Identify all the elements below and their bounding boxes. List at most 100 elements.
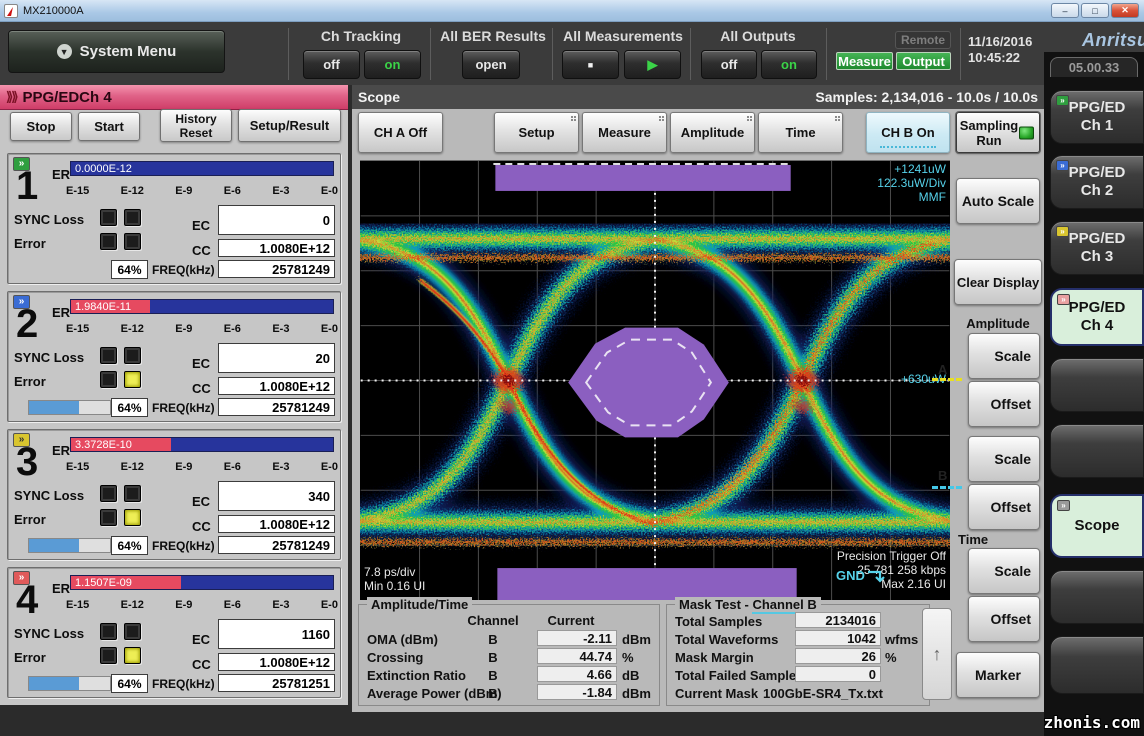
cc-label: CC (192, 519, 211, 534)
cc-value: 1.0080E+12 (218, 239, 335, 257)
sampling-run-button[interactable]: Sampling Run (956, 112, 1040, 153)
er-label: ER (52, 305, 70, 320)
ec-label: EC (192, 494, 210, 509)
error-indicator (100, 509, 117, 526)
scope-tab-icon: » (1057, 500, 1070, 511)
divider (430, 28, 431, 80)
ch-tracking-label: Ch Tracking (296, 28, 426, 44)
system-menu-button[interactable]: ▼ System Menu (8, 30, 225, 73)
error-indicator (100, 233, 117, 250)
drag-dots-icon (659, 116, 661, 118)
scope-measure-button[interactable]: Measure (582, 112, 667, 153)
ch-a-toggle-button[interactable]: CH A Off (358, 112, 443, 153)
divider (826, 28, 827, 80)
sync-loss-indicator (100, 347, 117, 364)
freq-value: 25781249 (218, 260, 335, 278)
ch-b-toggle-button[interactable]: CH B On (866, 112, 950, 153)
stop-button[interactable]: Stop (10, 112, 72, 141)
window-title: MX210000A (23, 5, 84, 17)
channel-3-icon: » (1056, 226, 1069, 237)
amplitude-a-offset-button[interactable]: Offset (968, 381, 1040, 427)
ch-tracking-off-button[interactable]: off (303, 50, 360, 79)
channel-number: 2 (16, 302, 38, 346)
channel-3-panel: » 3 ER 3.3728E-10 E-15E-12E-9E-6E-3E-0 S… (7, 429, 341, 560)
setup-result-button[interactable]: Setup/Result (238, 109, 341, 142)
tab-ppg-ed-ch1[interactable]: » PPG/ED Ch 1 (1050, 90, 1144, 144)
cc-label: CC (192, 381, 211, 396)
all-measurements-label: All Measurements (556, 28, 690, 44)
cc-label: CC (192, 657, 211, 672)
all-outputs-on-button[interactable]: on (761, 50, 817, 79)
error-label: Error (14, 512, 46, 527)
scroll-up-button[interactable]: ↑ (922, 608, 952, 700)
all-outputs-off-button[interactable]: off (701, 50, 757, 79)
amplitude-time-legend: Amplitude/Time (367, 597, 472, 612)
channel-1-icon: » (1056, 95, 1069, 106)
scope-setup-button[interactable]: Setup (494, 112, 579, 153)
time-scale-button[interactable]: Scale (968, 548, 1040, 594)
er-label: ER (52, 167, 70, 182)
channel-2-icon: » (1056, 160, 1069, 171)
measure-status-button[interactable]: Measure (836, 52, 893, 70)
eye-diagram-display (360, 160, 950, 600)
time: 10:45:22 (968, 50, 1046, 66)
marker-button[interactable]: Marker (956, 652, 1040, 698)
sync-loss-indicator (124, 347, 141, 364)
channel-a-marker-dash (932, 378, 962, 381)
tab-empty[interactable] (1050, 636, 1144, 694)
amplitude-b-scale-button[interactable]: Scale (968, 436, 1040, 482)
minimize-button[interactable]: – (1051, 3, 1079, 18)
scope-amplitude-button[interactable]: Amplitude (670, 112, 755, 153)
er-label: ER (52, 581, 70, 596)
ec-value: 340 (218, 481, 335, 511)
sync-loss-indicator (100, 485, 117, 502)
mask-test-legend: Mask Test - Channel B (675, 597, 821, 612)
tab-ppg-ed-ch4[interactable]: » PPG/ED Ch 4 (1050, 288, 1144, 346)
sampling-led-icon (1019, 126, 1034, 139)
ch-tracking-on-button[interactable]: on (364, 50, 421, 79)
channel-number: 3 (16, 440, 38, 484)
freq-label: FREQ(kHz) (152, 263, 215, 277)
channel-4-icon: » (1057, 294, 1070, 305)
measurement-progress-bar (28, 676, 111, 691)
auto-scale-button[interactable]: Auto Scale (956, 178, 1040, 224)
freq-label: FREQ(kHz) (152, 539, 215, 553)
tab-scope[interactable]: » Scope (1050, 494, 1144, 558)
tab-empty[interactable] (1050, 570, 1144, 624)
top-toolbar: ▼ System Menu Ch Tracking off on All BER… (0, 22, 1144, 85)
all-measurements-start-button[interactable]: ▶ (624, 50, 681, 79)
sync-loss-label: SYNC Loss (14, 626, 84, 641)
measurement-progress-bar (28, 538, 111, 553)
eye-diagram (360, 161, 950, 600)
amplitude-b-offset-button[interactable]: Offset (968, 484, 1040, 530)
drag-dots-icon (571, 116, 573, 118)
stop-icon: ■ (588, 60, 593, 70)
time-offset-button[interactable]: Offset (968, 596, 1040, 642)
anritsu-logo: Anritsu (1082, 30, 1144, 51)
all-ber-open-button[interactable]: open (462, 50, 520, 79)
all-measurements-stop-button[interactable]: ■ (562, 50, 619, 79)
cc-value: 1.0080E+12 (218, 377, 335, 395)
tab-ppg-ed-ch3[interactable]: » PPG/ED Ch 3 (1050, 221, 1144, 275)
clear-display-button[interactable]: Clear Display (954, 259, 1042, 305)
progress-percent: 64% (111, 398, 148, 417)
ppg-panel-title: PPG/EDCh 4 (22, 89, 111, 106)
scope-header: Scope Samples: 2,134,016 - 10.0s / 10.0s (352, 85, 1044, 109)
error-label: Error (14, 236, 46, 251)
tab-ppg-ed-ch2[interactable]: » PPG/ED Ch 2 (1050, 155, 1144, 209)
channel-2-panel: » 2 ER 1.9840E-11 E-15E-12E-9E-6E-3E-0 S… (7, 291, 341, 422)
tab-empty[interactable] (1050, 424, 1144, 478)
start-button[interactable]: Start (78, 112, 140, 141)
current-column-header: Current (535, 613, 607, 628)
scope-time-button[interactable]: Time (758, 112, 843, 153)
title-bar[interactable]: MX210000A – □ ✕ (0, 0, 1144, 22)
amplitude-a-scale-button[interactable]: Scale (968, 333, 1040, 379)
close-button[interactable]: ✕ (1111, 3, 1139, 18)
output-status-button[interactable]: Output (896, 52, 951, 70)
maximize-button[interactable]: □ (1081, 3, 1109, 18)
gnd-arrow-icon (867, 568, 887, 584)
error-indicator (124, 233, 141, 250)
trigger-status: Precision Trigger Off (790, 549, 946, 563)
tab-empty[interactable] (1050, 358, 1144, 412)
history-reset-button[interactable]: History Reset (160, 109, 232, 142)
